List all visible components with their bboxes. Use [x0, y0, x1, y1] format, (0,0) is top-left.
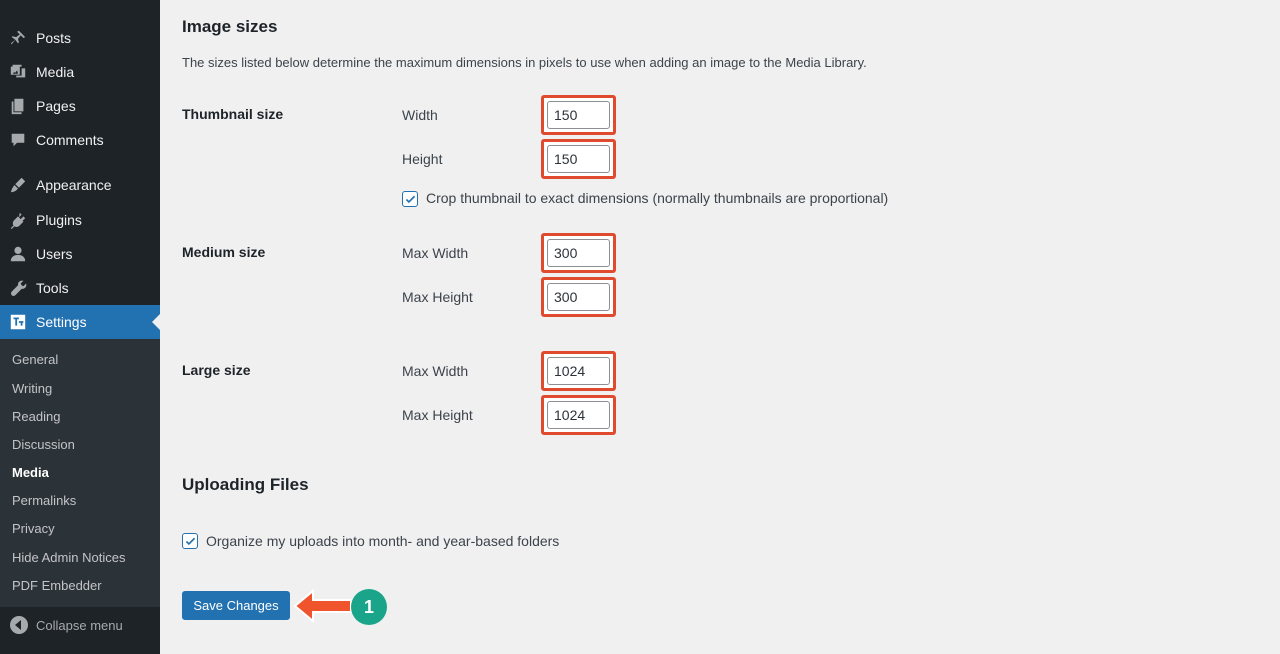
medium-height-input[interactable]	[547, 283, 610, 311]
menu-item-tools[interactable]: Tools	[0, 271, 160, 305]
menu-item-label: Tools	[36, 280, 69, 296]
medium-height-label: Max Height	[402, 289, 473, 305]
submenu-writing[interactable]: Writing	[12, 379, 52, 399]
organize-uploads-checkbox[interactable]	[182, 533, 198, 549]
wrench-icon	[8, 278, 28, 298]
menu-item-label: Plugins	[36, 212, 82, 228]
menu-item-settings[interactable]: Settings	[0, 305, 160, 339]
menu-item-comments[interactable]: Comments	[0, 123, 160, 157]
menu-item-pages[interactable]: Pages	[0, 89, 160, 123]
settings-icon	[8, 312, 28, 332]
organize-uploads-label[interactable]: Organize my uploads into month- and year…	[206, 533, 559, 549]
large-width-label: Max Width	[402, 363, 469, 379]
admin-sidebar: Posts Media Pages Comments Appearance Pl…	[0, 0, 160, 654]
crop-thumbnail-checkbox[interactable]	[402, 191, 418, 207]
thumbnail-width-label: Width	[402, 107, 438, 123]
large-height-highlight	[541, 395, 616, 435]
menu-item-label: Media	[36, 64, 75, 80]
menu-item-label: Settings	[36, 314, 87, 330]
submenu-pdf-embedder[interactable]: PDF Embedder	[12, 576, 102, 596]
large-size-label: Large size	[182, 362, 251, 378]
paintbrush-icon	[8, 175, 28, 195]
menu-item-label: Pages	[36, 98, 76, 114]
medium-width-input[interactable]	[547, 239, 610, 267]
large-height-input[interactable]	[547, 401, 610, 429]
large-height-label: Max Height	[402, 407, 473, 423]
thumbnail-height-input[interactable]	[547, 145, 610, 173]
arrow-left-icon	[293, 588, 352, 624]
menu-item-label: Users	[36, 246, 73, 262]
menu-item-media[interactable]: Media	[0, 55, 160, 89]
uploading-files-heading: Uploading Files	[182, 475, 309, 494]
medium-height-highlight	[541, 277, 616, 317]
settings-submenu: General Writing Reading Discussion Media…	[0, 339, 160, 607]
comment-icon	[8, 130, 28, 150]
collapse-menu-button[interactable]: Collapse menu	[0, 608, 160, 642]
thumbnail-height-highlight	[541, 139, 616, 179]
submenu-permalinks[interactable]: Permalinks	[12, 491, 76, 511]
checkmark-icon	[405, 195, 415, 203]
menu-item-posts[interactable]: Posts	[0, 21, 160, 55]
collapse-arrow-icon	[10, 616, 28, 634]
menu-item-plugins[interactable]: Plugins	[0, 203, 160, 237]
submenu-reading[interactable]: Reading	[12, 407, 60, 427]
thumbnail-height-label: Height	[402, 151, 443, 167]
crop-thumbnail-label[interactable]: Crop thumbnail to exact dimensions (norm…	[426, 190, 888, 206]
menu-item-label: Appearance	[36, 177, 112, 193]
pushpin-icon	[8, 28, 28, 48]
save-changes-button[interactable]: Save Changes	[182, 591, 290, 620]
thumbnail-width-highlight	[541, 95, 616, 135]
menu-item-users[interactable]: Users	[0, 237, 160, 271]
submenu-media[interactable]: Media	[12, 463, 49, 483]
user-icon	[8, 244, 28, 264]
active-arrow	[152, 314, 160, 330]
submenu-privacy[interactable]: Privacy	[12, 519, 55, 539]
menu-item-label: Posts	[36, 30, 72, 46]
large-width-highlight	[541, 351, 616, 391]
thumbnail-width-input[interactable]	[547, 101, 610, 129]
menu-item-label: Comments	[36, 132, 104, 148]
medium-size-label: Medium size	[182, 244, 266, 260]
plugin-icon	[8, 210, 28, 230]
medium-width-label: Max Width	[402, 245, 469, 261]
image-sizes-heading: Image sizes	[182, 17, 278, 36]
image-sizes-description: The sizes listed below determine the max…	[182, 55, 867, 70]
pages-icon	[8, 96, 28, 116]
submenu-general[interactable]: General	[12, 350, 58, 370]
menu-item-appearance[interactable]: Appearance	[0, 168, 160, 202]
medium-width-highlight	[541, 233, 616, 273]
collapse-menu-label: Collapse menu	[36, 617, 123, 633]
checkmark-icon	[185, 537, 195, 545]
thumbnail-size-label: Thumbnail size	[182, 106, 284, 122]
large-width-input[interactable]	[547, 357, 610, 385]
step-badge: 1	[351, 589, 387, 625]
media-icon	[8, 62, 28, 82]
submenu-discussion[interactable]: Discussion	[12, 435, 75, 455]
submenu-hide-admin-notices[interactable]: Hide Admin Notices	[12, 548, 125, 568]
